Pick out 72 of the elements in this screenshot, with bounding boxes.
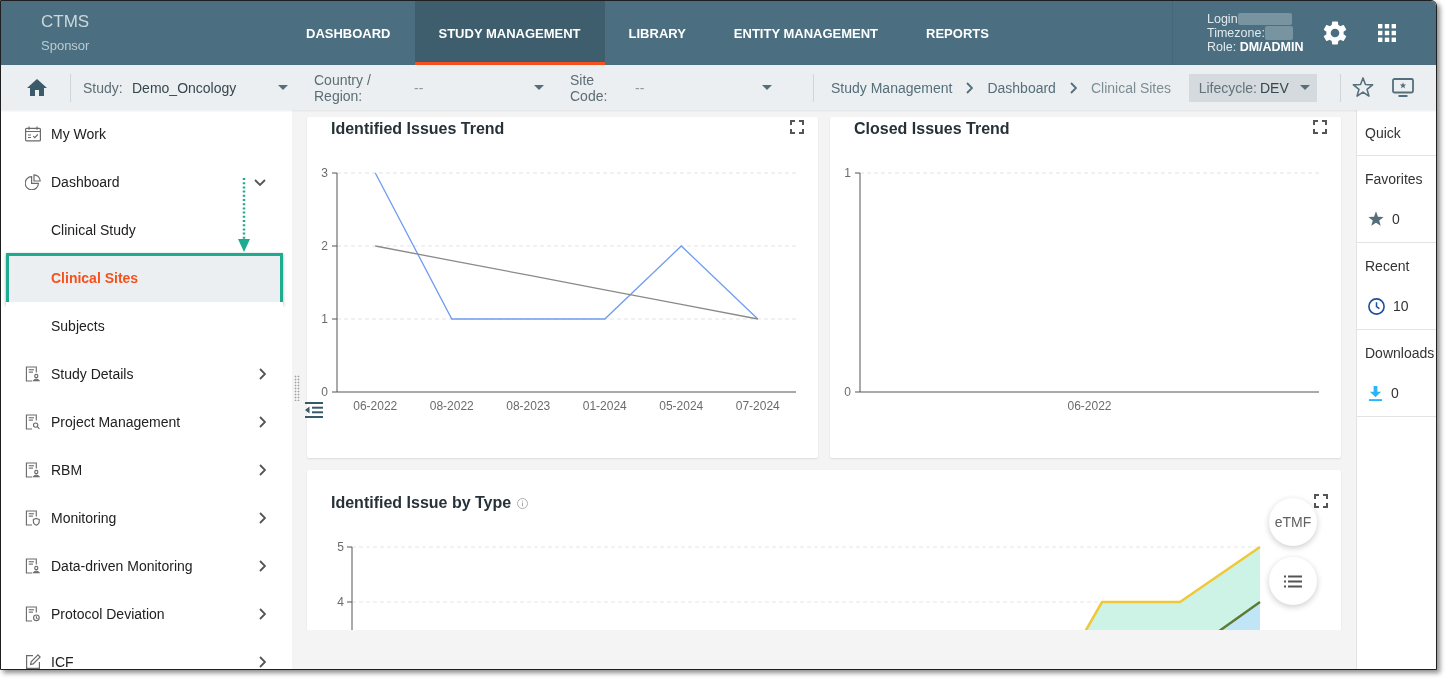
document-shield-icon xyxy=(25,510,41,526)
document-user-icon xyxy=(25,462,41,478)
caret-icon xyxy=(762,85,772,90)
settings-icon[interactable] xyxy=(1323,21,1347,45)
card-title: Identified Issue by Type xyxy=(331,494,512,512)
caret-icon xyxy=(278,85,288,90)
document-clock-icon xyxy=(25,606,41,622)
document-user-icon xyxy=(25,366,41,382)
pie-chart-icon xyxy=(25,174,41,190)
x-axis-label: 08-2022 xyxy=(429,399,474,413)
filter-label: Study: xyxy=(83,79,123,96)
y-axis-label: 5 xyxy=(337,540,344,554)
filter-label: Country / Region: xyxy=(314,71,372,104)
app-title: CTMS xyxy=(41,12,90,32)
chevron-right-icon xyxy=(1069,81,1077,94)
caret-icon xyxy=(1300,85,1310,90)
download-icon xyxy=(1368,385,1383,401)
x-axis-label: 05-2024 xyxy=(659,399,704,413)
role-label: Role: DM/ADMIN xyxy=(1207,40,1304,54)
breadcrumb-link[interactable]: Dashboard xyxy=(987,79,1056,96)
section-title: Favorites xyxy=(1364,169,1423,189)
y-axis-label: 3 xyxy=(321,166,328,180)
star-icon[interactable] xyxy=(1352,77,1374,98)
calendar-icon xyxy=(25,126,41,142)
y-axis-label: 4 xyxy=(337,595,344,609)
fullscreen-icon[interactable] xyxy=(790,120,804,134)
home-icon[interactable] xyxy=(27,79,47,96)
x-axis-label: 01-2024 xyxy=(582,399,627,413)
x-axis-label: 06-2022 xyxy=(1067,399,1112,413)
x-axis-label: 07-2024 xyxy=(735,399,780,413)
count-link[interactable]: 0 xyxy=(1357,375,1403,411)
y-axis-label: 1 xyxy=(321,312,328,326)
document-search-icon xyxy=(25,414,41,430)
count-link[interactable]: 10 xyxy=(1357,288,1413,324)
y-axis-label: 0 xyxy=(844,385,851,399)
clock-icon xyxy=(1368,297,1385,315)
section-title: Downloads xyxy=(1364,343,1435,363)
collapse-menu-icon[interactable] xyxy=(305,402,323,418)
login-label: Login xyxy=(1207,12,1238,26)
y-axis-label: 0 xyxy=(321,385,328,399)
breadcrumb-link[interactable]: Study Management xyxy=(831,79,953,96)
y-axis-label: 1 xyxy=(844,166,851,180)
resize-handle[interactable] xyxy=(294,375,300,401)
caret-icon xyxy=(534,85,544,90)
fullscreen-icon[interactable] xyxy=(1314,494,1328,508)
lifecycle-dropdown[interactable]: DEV xyxy=(1260,79,1310,96)
nav-tab[interactable]: ENTITY MANAGEMENT xyxy=(709,1,903,65)
edit-icon xyxy=(25,654,41,669)
nav-tab[interactable]: DASHBOARD xyxy=(282,1,415,65)
card-title: Closed Issues Trend xyxy=(854,120,1010,138)
panel-title: Quick xyxy=(1357,110,1436,156)
nav-tab[interactable]: STUDY MANAGEMENT xyxy=(414,1,605,65)
x-axis-label: 08-2023 xyxy=(506,399,551,413)
lifecycle-label: Lifecycle: xyxy=(1198,79,1257,96)
document-user-icon xyxy=(25,558,41,574)
x-axis-label: 06-2022 xyxy=(353,399,398,413)
chevron-right-icon xyxy=(966,81,974,94)
section-title: Recent xyxy=(1364,256,1410,276)
lower-area-band xyxy=(1218,601,1261,630)
nav-tab[interactable]: LIBRARY xyxy=(604,1,710,65)
timezone-label: Timezone: xyxy=(1207,26,1265,40)
count-link[interactable]: 0 xyxy=(1357,201,1404,237)
filter-dropdown[interactable]: Demo_Oncology xyxy=(132,72,289,103)
y-axis-label: 2 xyxy=(321,239,328,253)
filter-label: Site Code: xyxy=(570,71,609,104)
list-icon xyxy=(1284,574,1302,588)
card-title: Identified Issues Trend xyxy=(331,120,505,138)
app-subtitle: Sponsor xyxy=(41,38,90,54)
star-icon xyxy=(1368,211,1384,227)
nav-tab[interactable]: REPORTS xyxy=(902,1,1013,65)
fullscreen-icon[interactable] xyxy=(1313,120,1327,134)
apps-grid-icon[interactable] xyxy=(1378,24,1396,42)
